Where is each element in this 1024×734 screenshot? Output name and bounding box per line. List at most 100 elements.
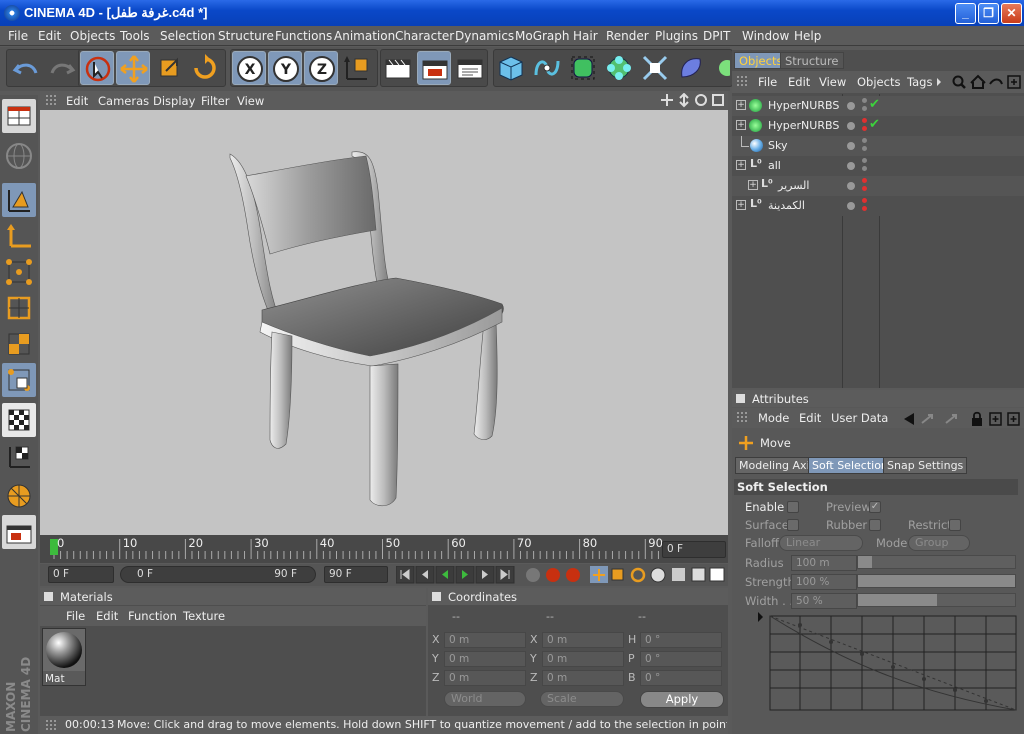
position-z-field[interactable]: 0 m <box>444 670 526 686</box>
rotate-icon[interactable] <box>188 51 222 85</box>
size-x-field[interactable]: 0 m <box>542 632 624 648</box>
list-item[interactable]: + HyperNURBS ✔ <box>732 116 1024 136</box>
menu-help[interactable]: Help <box>794 29 821 43</box>
objects-menu-edit[interactable]: Edit <box>788 75 810 89</box>
rotation-h-field[interactable]: 0 ° <box>640 632 722 648</box>
attributes-menu-edit[interactable]: Edit <box>799 411 821 425</box>
timeline[interactable]: 0 10 20 30 40 50 60 70 80 90 0 F <box>40 535 728 563</box>
object-axis-icon[interactable] <box>2 219 36 253</box>
apply-button[interactable]: Apply <box>640 691 724 708</box>
viewport-menu-edit[interactable]: Edit <box>66 94 88 108</box>
render-settings-icon[interactable] <box>453 51 487 85</box>
x-axis-icon[interactable]: X <box>232 51 266 85</box>
visibility-dot-icon[interactable] <box>847 122 855 130</box>
expand-icon[interactable]: + <box>736 100 746 110</box>
expand-icon[interactable]: + <box>736 120 746 130</box>
uv-points-icon[interactable] <box>2 363 36 397</box>
materials-menu-edit[interactable]: Edit <box>96 609 118 623</box>
current-frame-field[interactable]: 0 F <box>662 541 726 558</box>
list-item[interactable]: + L⁰ السرير <box>732 176 1024 196</box>
scene-object-icon[interactable] <box>674 51 708 85</box>
objects-toolbar-icons[interactable] <box>936 74 1022 90</box>
menu-tools[interactable]: Tools <box>120 29 150 43</box>
radius-slider-handle[interactable] <box>858 556 872 568</box>
size-y-field[interactable]: 0 m <box>542 651 624 667</box>
attributes-menu-user-data[interactable]: User Data <box>831 411 888 425</box>
attributes-toolbar-icons[interactable] <box>902 411 1022 427</box>
menu-functions[interactable]: Functions <box>275 29 332 43</box>
points-tool-icon[interactable] <box>2 255 36 289</box>
visibility-dot-icon[interactable] <box>847 102 855 110</box>
expand-icon[interactable]: + <box>748 180 758 190</box>
panel-close-icon[interactable] <box>44 592 53 601</box>
spline-icon[interactable] <box>530 51 564 85</box>
redo-icon[interactable] <box>45 51 79 85</box>
texture-axis-icon[interactable] <box>2 439 36 473</box>
preview-checkbox[interactable]: ✓ <box>869 501 881 513</box>
tab-soft-selection[interactable]: Soft Selection <box>808 457 892 474</box>
menu-hair[interactable]: Hair <box>573 29 598 43</box>
render-region-icon[interactable] <box>2 515 36 549</box>
playback-buttons[interactable] <box>396 566 726 584</box>
objects-menu-file[interactable]: File <box>758 75 777 89</box>
edges-tool-icon[interactable] <box>2 291 36 325</box>
viewport-nav-icons[interactable] <box>660 93 726 108</box>
viewport-menu-view[interactable]: View <box>237 94 264 108</box>
strength-field[interactable]: 100 % <box>791 574 857 590</box>
start-frame-field[interactable]: 0 F <box>48 566 114 583</box>
tab-modeling-axis[interactable]: Modeling Axis <box>735 457 820 474</box>
render-picture-viewer-icon[interactable] <box>417 51 451 85</box>
model-tool-icon[interactable] <box>2 183 36 217</box>
width-slider[interactable] <box>857 593 1016 607</box>
viewport-menu-filter[interactable]: Filter <box>201 94 229 108</box>
visibility-dot-icon[interactable] <box>847 142 855 150</box>
menu-animation[interactable]: Animation <box>334 29 395 43</box>
preview-range-slider[interactable]: 0 F 90 F <box>120 566 316 583</box>
width-field[interactable]: 50 % <box>791 593 857 609</box>
move-icon[interactable] <box>116 51 150 85</box>
polygons-tool-icon[interactable] <box>2 327 36 361</box>
menu-edit[interactable]: Edit <box>38 29 61 43</box>
surface-checkbox[interactable] <box>787 519 799 531</box>
cube-icon[interactable] <box>494 51 528 85</box>
expand-icon[interactable]: + <box>736 160 746 170</box>
expand-icon[interactable]: + <box>736 200 746 210</box>
visibility-dot-icon[interactable] <box>847 202 855 210</box>
list-item[interactable]: + HyperNURBS ✔ <box>732 96 1024 116</box>
objects-menu-objects[interactable]: Objects <box>857 75 900 89</box>
menu-dpit[interactable]: DPIT <box>703 29 730 43</box>
tab-structure[interactable]: Structure <box>780 52 844 69</box>
visibility-dot-icon[interactable] <box>847 182 855 190</box>
attributes-menu-mode[interactable]: Mode <box>758 411 789 425</box>
scale-icon[interactable] <box>152 51 186 85</box>
sphere-wire-icon[interactable] <box>2 139 36 173</box>
material-thumbnail[interactable]: Mat <box>42 628 86 686</box>
strength-slider[interactable] <box>857 574 1016 588</box>
list-item[interactable]: + L⁰ all <box>732 156 1024 176</box>
list-item[interactable]: Sky <box>732 136 1024 156</box>
deformer-icon[interactable] <box>638 51 672 85</box>
coord-space-dropdown[interactable]: World <box>444 691 526 707</box>
render-view-icon[interactable] <box>381 51 415 85</box>
light-icon[interactable] <box>710 51 730 85</box>
mograph-shatter-icon[interactable] <box>2 479 36 513</box>
viewport-menu-display[interactable]: Display <box>153 94 195 108</box>
falloff-dropdown[interactable]: Linear <box>779 535 863 551</box>
hypernurbs-icon[interactable] <box>566 51 600 85</box>
materials-menu-function[interactable]: Function <box>128 609 177 623</box>
menu-structure[interactable]: Structure <box>218 29 274 43</box>
minimize-button[interactable]: _ <box>955 3 976 24</box>
visibility-dot-icon[interactable] <box>847 162 855 170</box>
list-item[interactable]: + L⁰ الكمدينة <box>732 196 1024 216</box>
menu-dynamics[interactable]: Dynamics <box>455 29 514 43</box>
materials-menu-file[interactable]: File <box>66 609 85 623</box>
radius-field[interactable]: 100 m <box>791 555 857 571</box>
menu-window[interactable]: Window <box>742 29 789 43</box>
rotation-b-field[interactable]: 0 ° <box>640 670 722 686</box>
position-x-field[interactable]: 0 m <box>444 632 526 648</box>
falloff-curve-graph[interactable] <box>754 612 1022 712</box>
y-axis-icon[interactable]: Y <box>268 51 302 85</box>
enable-checkbox[interactable] <box>787 501 799 513</box>
menu-render[interactable]: Render <box>606 29 649 43</box>
materials-menu-texture[interactable]: Texture <box>183 609 225 623</box>
